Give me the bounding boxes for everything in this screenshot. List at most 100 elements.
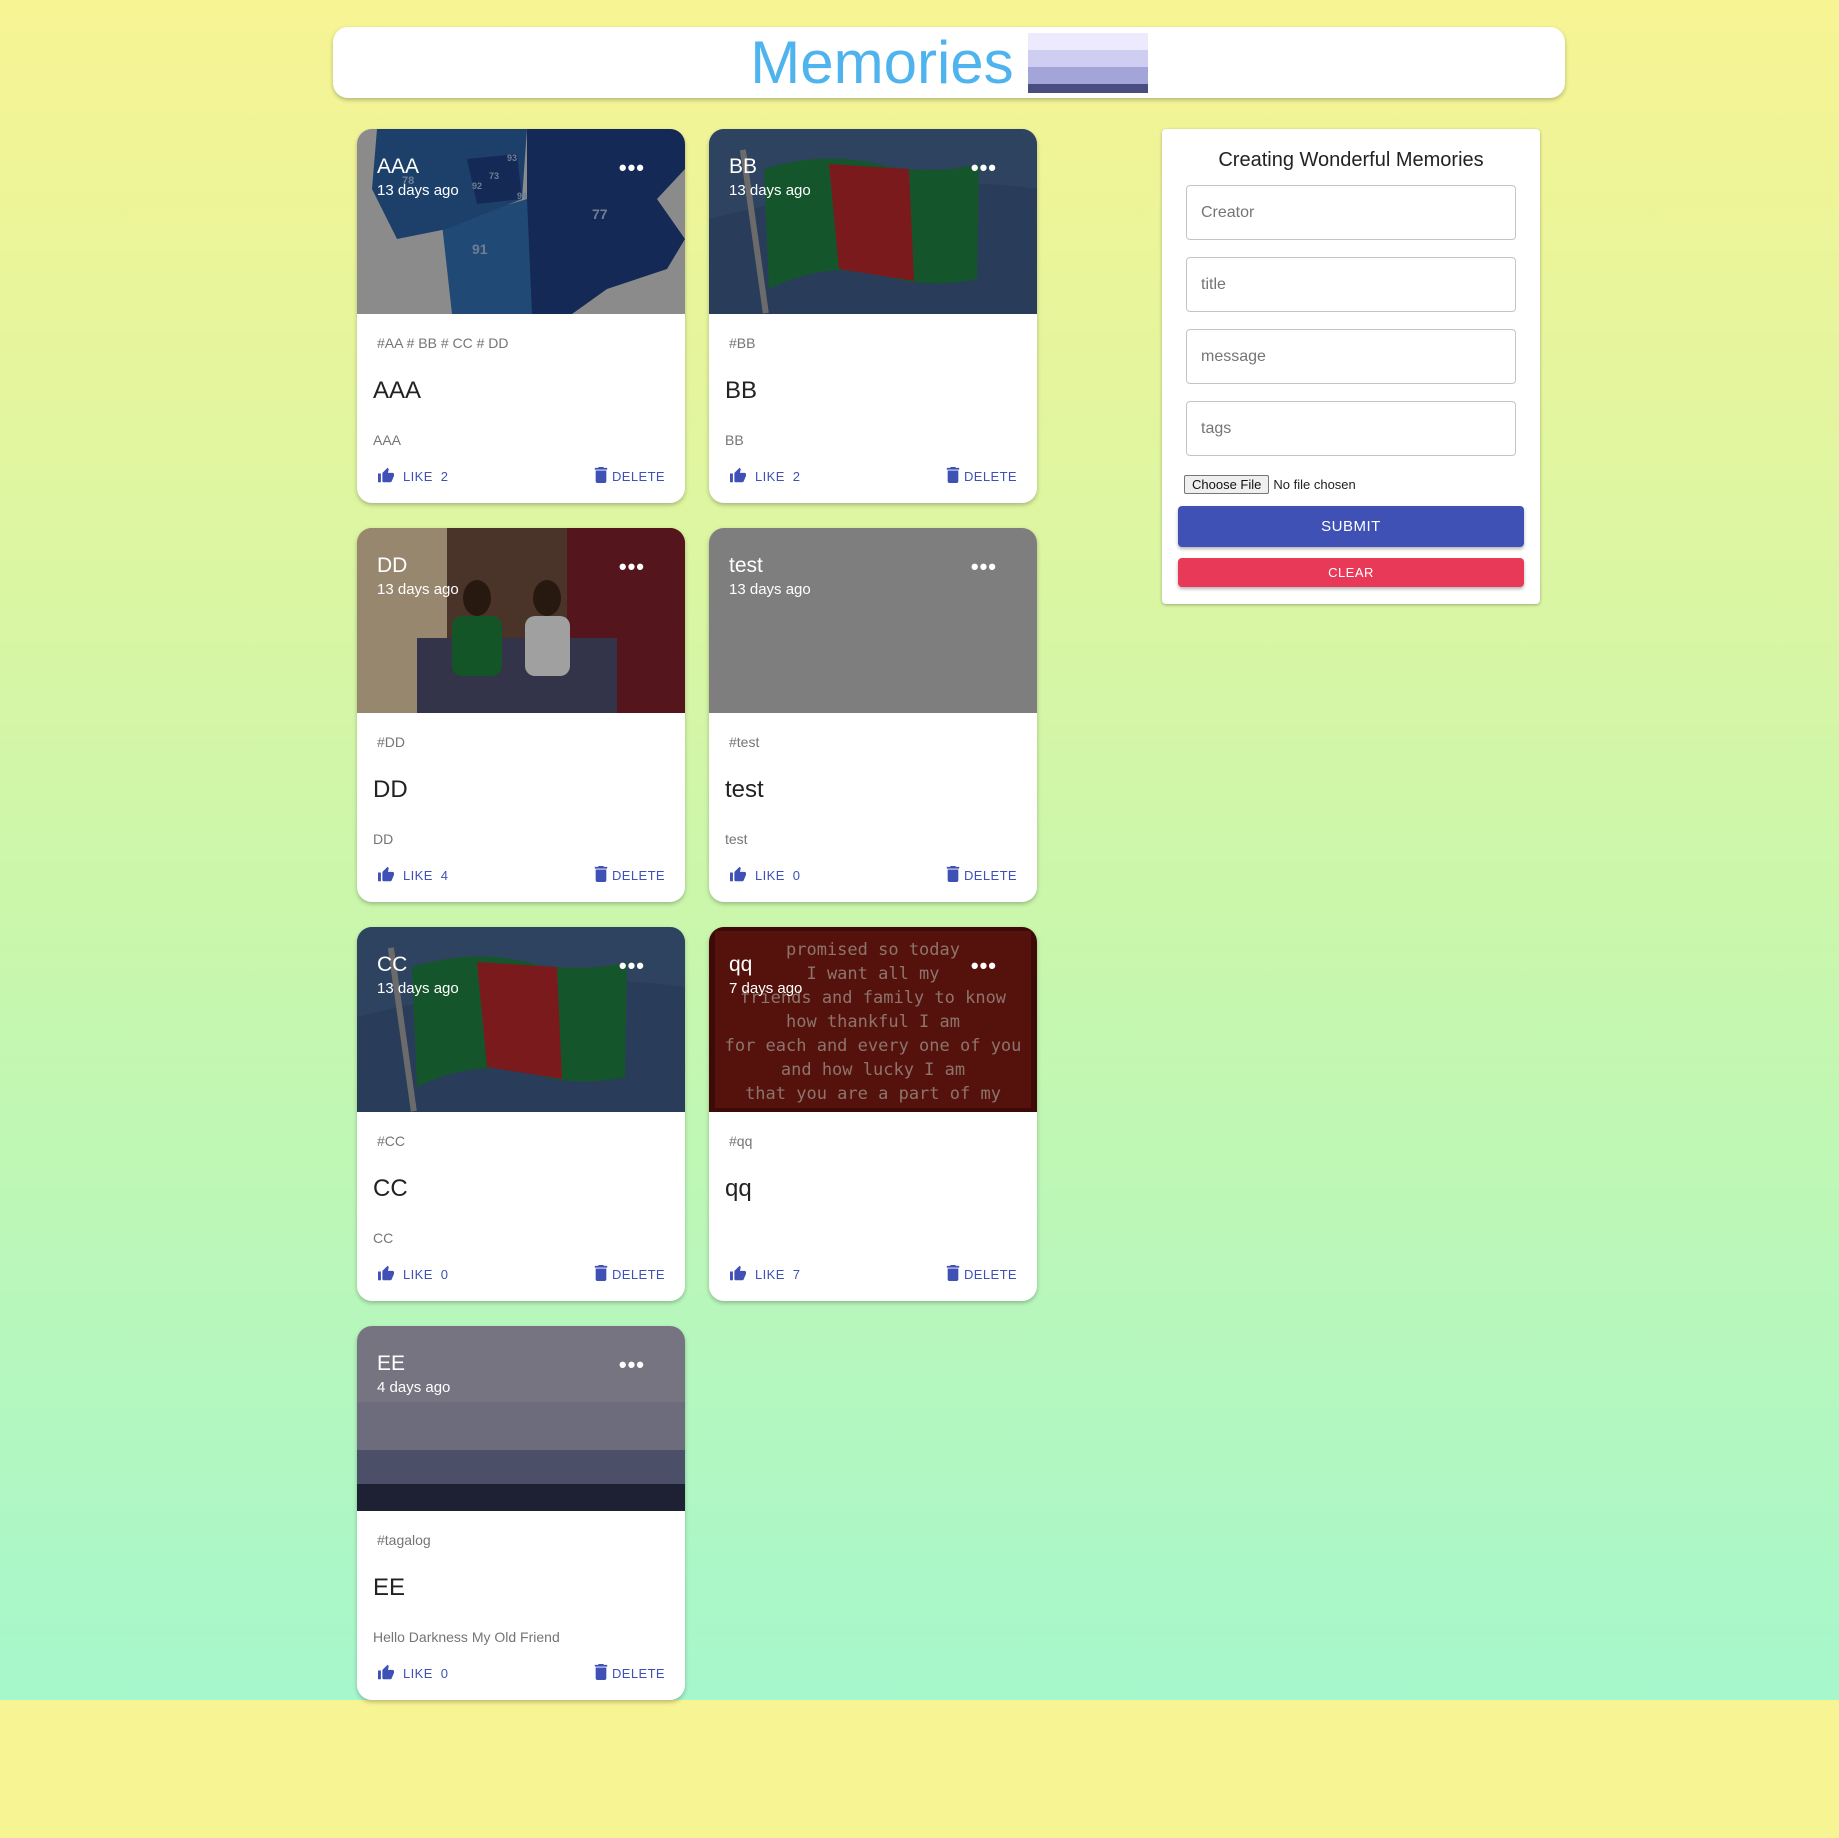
like-label: LIKE bbox=[403, 1666, 433, 1681]
post-tags: #qq bbox=[729, 1133, 753, 1149]
thumb-up-icon bbox=[377, 1664, 395, 1683]
post-time: 13 days ago bbox=[377, 182, 459, 200]
like-count: 7 bbox=[792, 1267, 801, 1282]
like-label: LIKE bbox=[755, 1267, 785, 1282]
post-actions: LIKE 0 DELETE bbox=[357, 1660, 685, 1692]
memories-logo bbox=[1027, 32, 1148, 93]
like-button[interactable]: LIKE 7 bbox=[729, 1265, 800, 1284]
like-button[interactable]: LIKE 2 bbox=[729, 467, 800, 486]
delete-label: DELETE bbox=[612, 1267, 665, 1282]
post-tags: #CC bbox=[377, 1133, 406, 1149]
more-options-button[interactable]: ••• bbox=[619, 1352, 645, 1378]
post-message: AAA bbox=[373, 432, 402, 448]
delete-button[interactable]: DELETE bbox=[946, 866, 1017, 885]
post-media: BB 13 days ago ••• bbox=[709, 129, 1037, 314]
post-card: EE 4 days ago ••• #tagalog EE Hello Darkness … bbox=[357, 1326, 685, 1700]
post-actions: LIKE 2 DELETE bbox=[357, 463, 685, 495]
trash-icon bbox=[946, 1265, 960, 1284]
form-title: Creating Wonderful Memories bbox=[1218, 149, 1484, 171]
thumb-up-icon bbox=[729, 467, 747, 486]
post-title: CC bbox=[373, 1175, 408, 1202]
like-label: LIKE bbox=[403, 1267, 433, 1282]
post-overlay: test 13 days ago bbox=[729, 552, 811, 598]
delete-button[interactable]: DELETE bbox=[594, 467, 665, 486]
like-button[interactable]: LIKE 0 bbox=[729, 866, 800, 885]
delete-label: DELETE bbox=[964, 1267, 1017, 1282]
post-media: test 13 days ago ••• bbox=[709, 528, 1037, 713]
delete-label: DELETE bbox=[612, 1666, 665, 1681]
trash-icon bbox=[594, 1664, 608, 1683]
submit-button[interactable]: SUBMIT bbox=[1178, 506, 1524, 547]
app-title: Memories bbox=[750, 28, 1014, 96]
post-actions: LIKE 0 DELETE bbox=[709, 862, 1037, 894]
memory-form: Creating Wonderful Memories Choose File … bbox=[1162, 129, 1540, 604]
post-time: 13 days ago bbox=[729, 581, 811, 599]
post-message: BB bbox=[725, 432, 744, 448]
like-button[interactable]: LIKE 0 bbox=[377, 1664, 448, 1683]
more-options-button[interactable]: ••• bbox=[619, 554, 645, 580]
thumb-up-icon bbox=[729, 866, 747, 885]
title-input[interactable] bbox=[1186, 257, 1516, 312]
choose-file-button[interactable]: Choose File bbox=[1184, 475, 1270, 494]
logo-band bbox=[1027, 83, 1148, 93]
like-button[interactable]: LIKE 2 bbox=[377, 467, 448, 486]
post-tags: #AA # BB # CC # DD bbox=[377, 335, 509, 351]
like-count: 2 bbox=[440, 469, 449, 484]
post-time: 7 days ago bbox=[729, 980, 803, 998]
post-creator: BB bbox=[729, 155, 758, 178]
post-creator: test bbox=[729, 554, 763, 577]
delete-label: DELETE bbox=[964, 469, 1017, 484]
delete-button[interactable]: DELETE bbox=[594, 1265, 665, 1284]
like-button[interactable]: LIKE 4 bbox=[377, 866, 448, 885]
post-card: CC 13 days ago ••• #CC CC CC LIKE 0 DELETE bbox=[357, 927, 685, 1301]
like-count: 4 bbox=[440, 868, 449, 883]
post-overlay: BB 13 days ago bbox=[729, 153, 811, 199]
post-media: EE 4 days ago ••• bbox=[357, 1326, 685, 1511]
post-time: 13 days ago bbox=[377, 980, 459, 998]
more-options-button[interactable]: ••• bbox=[971, 155, 997, 181]
post-actions: LIKE 2 DELETE bbox=[709, 463, 1037, 495]
post-title: EE bbox=[373, 1574, 406, 1601]
post-overlay: EE 4 days ago bbox=[377, 1350, 450, 1396]
delete-button[interactable]: DELETE bbox=[594, 1664, 665, 1683]
thumb-up-icon bbox=[377, 467, 395, 486]
delete-label: DELETE bbox=[612, 469, 665, 484]
trash-icon bbox=[946, 866, 960, 885]
delete-label: DELETE bbox=[612, 868, 665, 883]
post-message: Hello Darkness My Old Friend bbox=[373, 1629, 560, 1645]
like-count: 2 bbox=[792, 469, 801, 484]
tags-input[interactable] bbox=[1186, 401, 1516, 456]
post-title: qq bbox=[725, 1175, 752, 1202]
message-input[interactable] bbox=[1186, 329, 1516, 384]
post-media: CC 13 days ago ••• bbox=[357, 927, 685, 1112]
post-title: DD bbox=[373, 776, 408, 803]
more-options-button[interactable]: ••• bbox=[619, 953, 645, 979]
post-time: 13 days ago bbox=[377, 581, 459, 599]
logo-band bbox=[1027, 32, 1148, 50]
post-tags: #DD bbox=[377, 734, 406, 750]
delete-button[interactable]: DELETE bbox=[594, 866, 665, 885]
like-label: LIKE bbox=[755, 868, 785, 883]
more-options-button[interactable]: ••• bbox=[971, 554, 997, 580]
more-options-button[interactable]: ••• bbox=[971, 953, 997, 979]
delete-button[interactable]: DELETE bbox=[946, 1265, 1017, 1284]
post-overlay: DD 13 days ago bbox=[377, 552, 459, 598]
post-title: AAA bbox=[373, 377, 422, 404]
thumb-up-icon bbox=[377, 866, 395, 885]
post-media: DD 13 days ago ••• bbox=[357, 528, 685, 713]
clear-button[interactable]: CLEAR bbox=[1178, 558, 1524, 587]
more-options-button[interactable]: ••• bbox=[619, 155, 645, 181]
logo-band bbox=[1027, 66, 1148, 84]
post-tags: #BB bbox=[729, 335, 756, 351]
creator-input[interactable] bbox=[1186, 185, 1516, 240]
post-overlay: AAA 13 days ago bbox=[377, 153, 459, 199]
post-actions: LIKE 0 DELETE bbox=[357, 1261, 685, 1293]
logo-band bbox=[1027, 49, 1148, 67]
post-tags: #tagalog bbox=[377, 1532, 431, 1548]
post-card: test 13 days ago ••• #test test test LIKE 0 DELE… bbox=[709, 528, 1037, 902]
delete-button[interactable]: DELETE bbox=[946, 467, 1017, 486]
post-media: 77 91 93 73 92 94 78 AAA 13 days ago ••• bbox=[357, 129, 685, 314]
like-button[interactable]: LIKE 0 bbox=[377, 1265, 448, 1284]
file-status: No file chosen bbox=[1273, 477, 1356, 492]
post-message: CC bbox=[373, 1230, 394, 1246]
